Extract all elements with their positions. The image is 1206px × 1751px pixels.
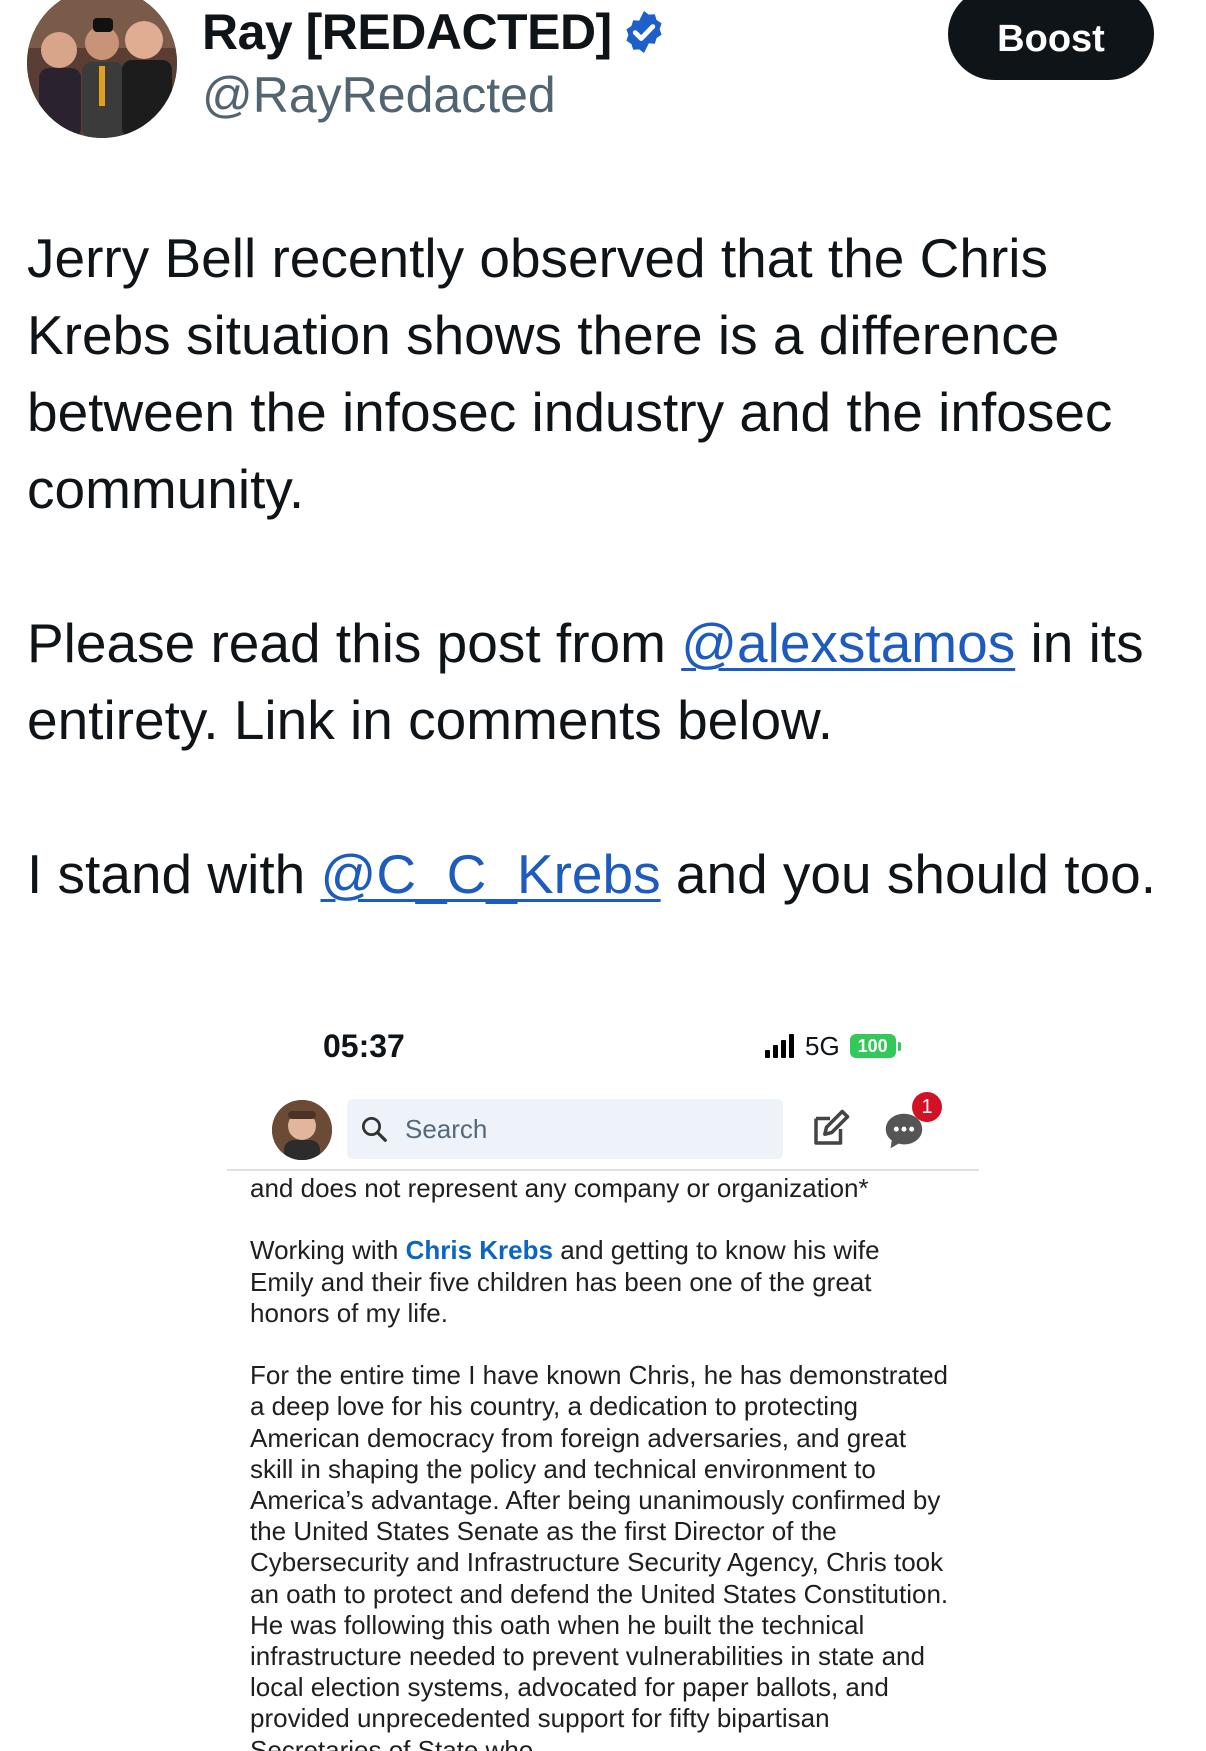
article-text: and does not represent any company or or… [250, 1173, 950, 1751]
profile-photo [27, 0, 177, 138]
cellular-signal-icon [765, 1034, 797, 1058]
battery-tip [897, 1041, 901, 1051]
post-paragraph-2-lead: Please read this post from [27, 612, 682, 674]
embedded-screenshot[interactable]: 05:37 5G 100 1 and does not r [227, 1010, 979, 1751]
mention-alexstamos-link[interactable]: @alexstamos [681, 612, 1015, 674]
post-paragraph-3-lead: I stand with [27, 843, 321, 905]
status-bar-time: 05:37 [323, 1028, 405, 1064]
article-paragraph-1: Working with Chris Krebs and getting to … [250, 1235, 950, 1329]
chris-krebs-link[interactable]: Chris Krebs [406, 1235, 553, 1265]
network-type: 5G [805, 1031, 840, 1061]
status-bar-indicators: 5G 100 [765, 1030, 901, 1062]
header-divider [227, 1169, 979, 1171]
search-bar[interactable] [347, 1099, 783, 1159]
verified-badge-icon [626, 11, 662, 53]
messages-notification-badge: 1 [912, 1092, 942, 1122]
linkedin-profile-photo [272, 1100, 332, 1160]
boost-button[interactable]: Boost [948, 0, 1154, 80]
profile-avatar[interactable] [27, 0, 177, 138]
mention-c-c-krebs-link[interactable]: @C_C_Krebs [320, 843, 660, 905]
post-paragraph-3: I stand with @C_C_Krebs and you should t… [27, 836, 1197, 913]
search-icon [362, 1117, 387, 1142]
article-paragraph-2: For the entire time I have known Chris, … [250, 1360, 949, 1751]
battery-icon: 100 [849, 1034, 896, 1058]
author-display-name[interactable]: Ray [REDACTED] [202, 2, 612, 62]
author-handle[interactable]: @RayRedacted [202, 65, 556, 125]
post-paragraph-3-tail: and you should too. [660, 843, 1156, 905]
article-paragraph-1-lead: Working with [250, 1235, 406, 1266]
compose-icon[interactable] [809, 1108, 851, 1150]
post-paragraph-1: Jerry Bell recently observed that the Ch… [27, 227, 1113, 520]
linkedin-avatar[interactable] [272, 1100, 332, 1160]
article-line-0: and does not represent any company or or… [250, 1173, 869, 1203]
post-paragraph-2: Please read this post from @alexstamos i… [27, 605, 1197, 759]
post-text: Jerry Bell recently observed that the Ch… [27, 220, 1197, 913]
search-input[interactable] [403, 1112, 767, 1146]
